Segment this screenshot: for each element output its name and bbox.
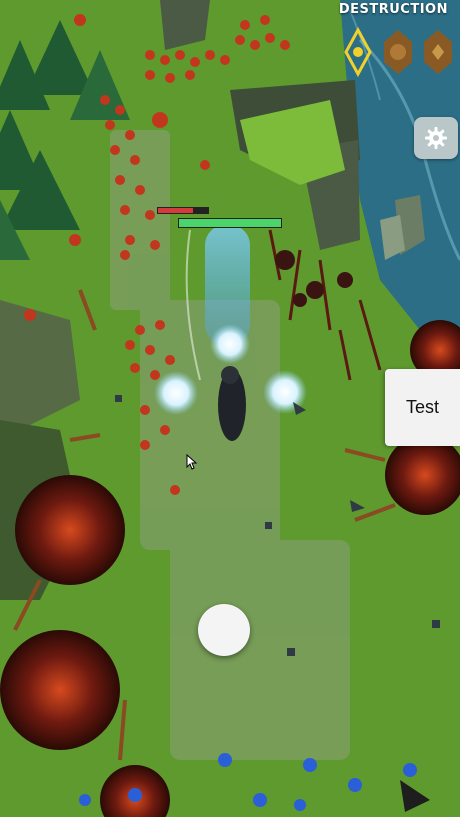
virtual-joystick[interactable] [198, 604, 250, 656]
rune-yellow-icon [344, 26, 372, 78]
settings-button[interactable] [414, 117, 458, 159]
mouse-cursor-icon [186, 454, 198, 470]
rune-bronze-icon [424, 30, 452, 74]
rune-bronze-icon [384, 30, 412, 74]
mode-label: DESTRUCTION [338, 2, 448, 17]
rune-indicators [344, 26, 452, 78]
test-button[interactable]: Test [385, 369, 460, 446]
gear-icon [425, 127, 447, 149]
